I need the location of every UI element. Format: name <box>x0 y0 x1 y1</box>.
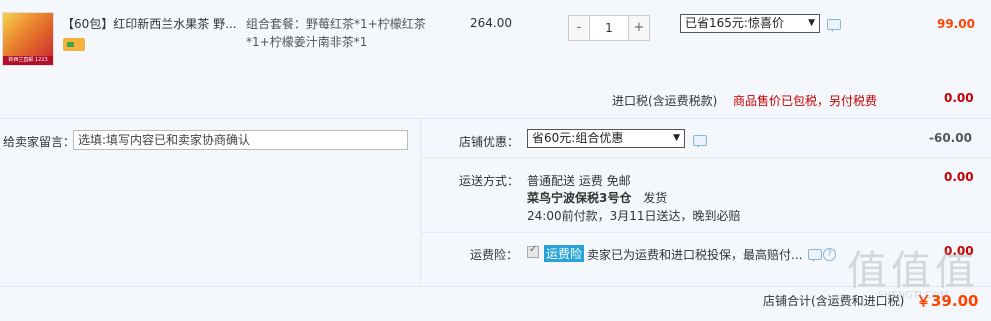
watermark-subtext: SHENGTI.COM <box>877 290 949 301</box>
shop-discount-amount: -60.00 <box>929 131 972 145</box>
watermark-char: 值 <box>935 248 979 294</box>
insurance-badge: 运费险 <box>544 245 585 262</box>
credit-card-icon <box>63 38 85 51</box>
divider <box>420 232 991 233</box>
shop-discount-select[interactable]: 省60元:组合优惠 ▼ <box>527 129 685 148</box>
import-tax-note: 商品售价已包税，另付税费 <box>733 94 878 108</box>
product-thumbnail[interactable]: 新西兰直邮 1223 <box>2 12 54 66</box>
shipping-amount: 0.00 <box>944 170 974 184</box>
chevron-down-icon: ▼ <box>808 18 815 28</box>
unit-price: 264.00 <box>470 16 512 30</box>
insurance-text: 卖家已为运费和进口税投保，最高赔付... <box>587 248 802 262</box>
product-package: 组合套餐：野莓红茶*1+柠檬红茶*1+柠檬姜汁南非茶*1 <box>246 17 426 49</box>
chat-icon[interactable] <box>693 135 707 148</box>
insurance-checkbox[interactable] <box>527 244 539 258</box>
delivery-promise: 24:00前付款，3月11日送达，晚到必赔 <box>527 209 741 223</box>
import-tax-label: 进口税(含运费税款) <box>612 94 718 108</box>
import-tax-amount: 0.00 <box>944 91 974 105</box>
item-discount-value: 已省165元:惊喜价 <box>685 16 784 30</box>
product-title[interactable]: 【60包】红印新西兰水果茶 野... <box>62 15 242 32</box>
cart-item-row <box>0 0 991 76</box>
chat-icon[interactable] <box>808 249 822 262</box>
quantity-increase-button[interactable]: + <box>629 16 649 40</box>
shop-discount-value: 省60元:组合优惠 <box>532 131 624 145</box>
item-discount-select[interactable]: 已省165元:惊喜价 ▼ <box>680 14 820 33</box>
item-subtotal: 99.00 <box>937 17 975 31</box>
divider <box>0 118 991 119</box>
watermark-char: 值 <box>891 248 935 294</box>
shipping-origin: 菜鸟宁波保税3号仓 发货 <box>527 189 667 206</box>
chevron-down-icon: ▼ <box>673 133 680 143</box>
chat-icon[interactable] <box>827 19 841 32</box>
message-input[interactable]: 选填:填写内容已和卖家协商确认 <box>73 130 408 150</box>
watermark-char: 值 <box>847 248 891 294</box>
quantity-decrease-button[interactable]: - <box>569 16 589 40</box>
message-label: 给卖家留言： <box>3 135 76 149</box>
quantity-stepper: - 1 + <box>568 15 650 41</box>
site-watermark: 值值值 SHENGTI.COM <box>835 238 991 310</box>
quantity-input[interactable]: 1 <box>589 16 629 40</box>
shipping-label: 运送方式： <box>459 174 520 188</box>
warehouse-name: 菜鸟宁波保税3号仓 <box>527 191 632 205</box>
divider <box>420 157 991 158</box>
shop-discount-label: 店铺优惠： <box>459 135 520 149</box>
column-divider <box>420 118 421 286</box>
thumbnail-band: 新西兰直邮 1223 <box>3 56 53 65</box>
shipping-method: 普通配送 运费 免邮 <box>527 174 631 188</box>
insurance-label: 运费险： <box>470 248 519 262</box>
ship-word: 发货 <box>643 191 668 205</box>
